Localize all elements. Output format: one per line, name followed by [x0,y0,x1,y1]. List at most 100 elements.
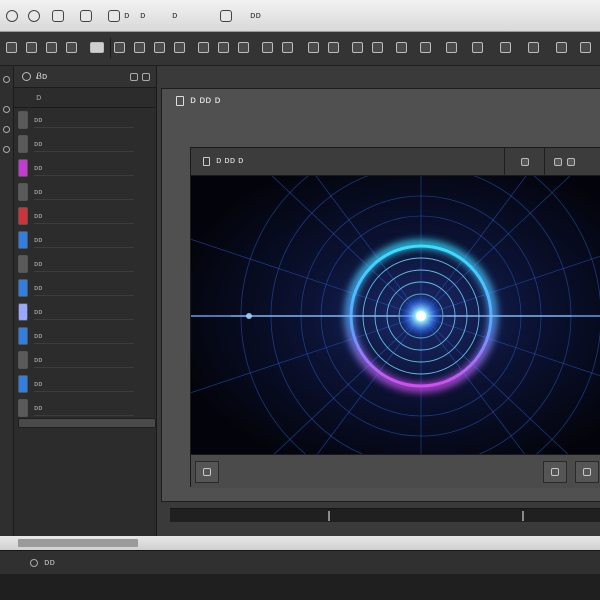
monitor-icon [220,10,232,22]
tool-render-icon[interactable] [352,42,363,53]
strip-dot-icon[interactable] [3,76,10,83]
asset-divider [34,175,134,176]
tool-select-icon[interactable] [114,42,125,53]
tool-copy-icon[interactable] [66,42,77,53]
menu-item-2[interactable]: ᴅ [172,9,177,23]
list-item[interactable]: ᴅᴅ [14,204,156,228]
tool-export-icon[interactable] [420,42,431,53]
timeline-strip[interactable] [170,508,600,522]
tool-zoom-icon[interactable] [262,42,273,53]
tool-play-icon[interactable] [372,42,383,53]
asset-label: ᴅᴅ [34,188,43,196]
asset-divider [34,223,134,224]
menu-item-1[interactable]: ᴅ [140,9,145,23]
tools-menu[interactable]: ᴅ [108,9,129,23]
list-item[interactable]: ᴅᴅ [14,252,156,276]
asset-thumbnail [18,327,28,345]
sidebar-title: Ᏸᴅ [36,71,48,82]
tool-snap-icon[interactable] [528,42,539,53]
list-item[interactable]: ᴅᴅ [14,228,156,252]
radial-visualization [191,176,600,454]
footer-right-button-1[interactable] [543,461,567,483]
app-logo-button[interactable] [6,9,18,23]
tool-open-icon[interactable] [6,42,17,53]
list-item[interactable]: ᴅᴅ [14,396,156,420]
list-item[interactable]: ᴅᴅ [14,372,156,396]
tool-cut-icon[interactable] [46,42,57,53]
tool-crop-icon[interactable] [154,42,165,53]
timeline-marker[interactable] [328,511,330,521]
list-item[interactable]: ᴅᴅ [14,348,156,372]
list-item[interactable]: ᴅᴅ [14,300,156,324]
panel-minimize-button[interactable] [504,148,544,176]
minimize-icon [520,158,529,166]
preview-panel-header: ᴅ ᴅᴅ ᴅ [191,148,600,176]
menu-item-4[interactable]: ᴅᴅ [250,9,261,23]
asset-thumbnail [18,351,28,369]
tool-more-icon[interactable] [472,42,483,53]
asset-thumbnail [18,207,28,225]
list-item[interactable]: ᴅᴅ [14,324,156,348]
toolbar-divider [110,38,111,58]
strip-dot-icon[interactable] [3,126,10,133]
options-icon[interactable] [142,72,150,81]
tool-move-icon[interactable] [134,42,145,53]
timeline-marker[interactable] [522,511,524,521]
asset-divider [34,199,134,200]
footer-left-button[interactable] [195,461,219,483]
panel-title: ᴅ ᴅᴅ ᴅ [216,156,244,166]
list-item[interactable]: ᴅᴅ [14,276,156,300]
list-item[interactable]: ᴅᴅ [14,108,156,132]
tool-hand-icon[interactable] [282,42,293,53]
asset-label: ᴅᴅ [34,236,43,244]
list-item[interactable]: ᴅᴅ [14,132,156,156]
tool-help-icon[interactable] [556,42,567,53]
asset-label: ᴅᴅ [34,380,43,388]
tool-text-icon[interactable] [218,42,229,53]
asset-label: ᴅᴅ [34,284,43,292]
asset-divider [34,247,134,248]
menu-label: ᴅᴅ [250,11,261,21]
tool-brush-icon[interactable] [174,42,185,53]
render-viewport[interactable] [191,176,600,454]
main-area: ᴅ ᴅᴅ ᴅ ᴅ ᴅᴅ ᴅ [157,66,600,536]
add-icon[interactable] [130,72,138,81]
grid-button[interactable] [80,9,92,23]
panel-maximize-button[interactable] [544,148,584,176]
help-button[interactable] [28,9,40,23]
asset-thumbnail [18,111,28,129]
list-item[interactable]: ᴅᴅ [14,156,156,180]
sidebar-scrollbar[interactable] [18,418,156,428]
menu-label: ᴅ [140,11,146,21]
grid-icon [80,10,92,22]
tool-share-icon[interactable] [446,42,457,53]
list-item[interactable]: ᴅᴅ [14,180,156,204]
tool-shape-icon[interactable] [238,42,249,53]
tool-erase-icon[interactable] [198,42,209,53]
bottom-tab[interactable] [18,539,138,547]
asset-thumbnail [18,159,28,177]
asset-divider [34,391,134,392]
tool-settings-icon[interactable] [396,42,407,53]
panel-icon [203,156,210,166]
strip-dot-icon[interactable] [3,146,10,153]
asset-thumbnail [18,375,28,393]
menu-item-3[interactable] [220,9,232,23]
left-icon-strip [0,66,14,536]
strip-dot-icon[interactable] [3,106,10,113]
tool-close-icon[interactable] [580,42,591,53]
menu-label: ᴅ [124,11,130,21]
tool-layers-icon[interactable] [308,42,319,53]
asset-thumbnail [18,255,28,273]
tool-fx-icon[interactable] [328,42,339,53]
maximize-icon [554,158,562,166]
viewer-window-title: ᴅ ᴅᴅ ᴅ [176,95,221,106]
footer-right-button-2[interactable] [575,461,599,483]
window-button[interactable] [52,9,64,23]
preview-panel-footer [191,454,600,488]
tool-panel-icon[interactable] [90,42,104,53]
asset-label: ᴅᴅ [34,140,43,148]
bottom-panel-header: ᴅᴅ [0,550,600,574]
tool-grid-icon[interactable] [500,42,511,53]
tool-save-icon[interactable] [26,42,37,53]
